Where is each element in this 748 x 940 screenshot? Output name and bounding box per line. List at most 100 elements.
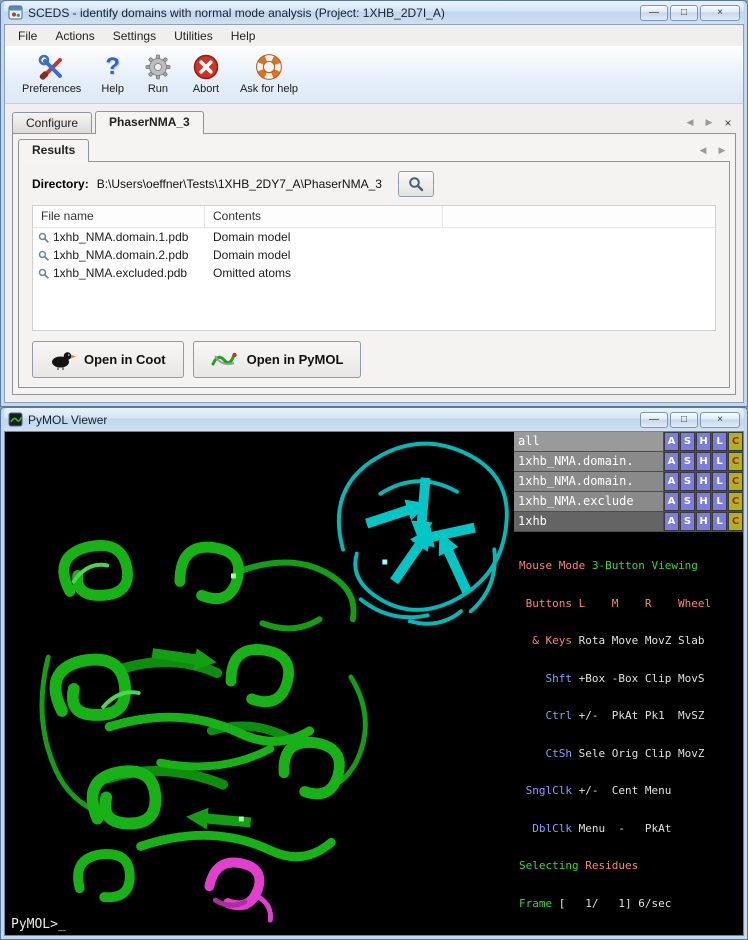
pymol-window-title: PyMOL Viewer: [28, 413, 107, 427]
object-name[interactable]: 1xhb_NMA.exclude: [514, 492, 663, 511]
maximize-button[interactable]: □: [670, 5, 698, 21]
show-button[interactable]: S: [680, 472, 695, 491]
toolbar: Preferences ? Help: [5, 46, 743, 104]
tab-close-button[interactable]: ×: [720, 115, 736, 130]
hide-button[interactable]: H: [696, 492, 711, 511]
close-button[interactable]: ×: [700, 5, 740, 21]
menu-help[interactable]: Help: [222, 27, 265, 45]
color-button[interactable]: C: [728, 512, 743, 531]
browse-directory-button[interactable]: [398, 171, 434, 197]
object-row-1xhb[interactable]: 1xhb A S H L C: [514, 512, 743, 531]
help-button[interactable]: ? Help: [92, 50, 133, 97]
sceds-window: SCEDS - identify domains with normal mod…: [0, 0, 748, 407]
object-name[interactable]: 1xhb: [514, 512, 663, 531]
action-button[interactable]: A: [664, 512, 679, 531]
label-button[interactable]: L: [712, 492, 727, 511]
frame-counter-line: Frame [ 1/ 1] 6/sec: [519, 898, 738, 911]
color-button[interactable]: C: [728, 432, 743, 451]
file-magnifier-icon: [38, 232, 49, 243]
tab-scroll-right-button[interactable]: ▶: [701, 115, 717, 130]
object-name[interactable]: all: [514, 432, 663, 451]
pymol-app-icon: [8, 412, 23, 427]
column-contents[interactable]: Contents: [205, 206, 443, 227]
mouse-help-segment: 3-Button Viewing: [592, 559, 698, 572]
minimize-button[interactable]: —: [640, 5, 668, 21]
label-button[interactable]: L: [712, 452, 727, 471]
phasernma-panel: Results ◀ ▶ Directory: B:\Users\oeffner\…: [12, 133, 736, 395]
tab-configure[interactable]: Configure: [12, 112, 92, 134]
run-button[interactable]: Run: [135, 50, 181, 97]
action-button[interactable]: A: [664, 432, 679, 451]
open-in-pymol-label: Open in PyMOL: [247, 352, 344, 367]
subtab-scroll-right-button[interactable]: ▶: [714, 143, 730, 158]
subtab-nav: ◀ ▶: [695, 143, 730, 162]
menu-settings[interactable]: Settings: [104, 27, 165, 45]
color-button[interactable]: C: [728, 492, 743, 511]
show-button[interactable]: S: [680, 452, 695, 471]
action-button[interactable]: A: [664, 492, 679, 511]
open-in-pymol-button[interactable]: Open in PyMOL: [193, 341, 362, 378]
file-row[interactable]: 1xhb_NMA.domain.2.pdb Domain model: [33, 246, 715, 264]
preferences-button[interactable]: Preferences: [13, 50, 90, 97]
abort-button[interactable]: Abort: [183, 50, 229, 97]
show-button[interactable]: S: [680, 492, 695, 511]
object-row-all[interactable]: all A S H L C: [514, 432, 743, 451]
menu-utilities[interactable]: Utilities: [165, 27, 222, 45]
menu-file[interactable]: File: [9, 27, 46, 45]
show-button[interactable]: S: [680, 512, 695, 531]
color-button[interactable]: C: [728, 452, 743, 471]
subtab-scroll-left-button[interactable]: ◀: [695, 143, 711, 158]
ask-for-help-button[interactable]: Ask for help: [231, 50, 307, 97]
file-row[interactable]: 1xhb_NMA.excluded.pdb Omitted atoms: [33, 264, 715, 282]
menu-actions[interactable]: Actions: [46, 27, 103, 45]
magnifier-icon: [408, 176, 424, 192]
mouse-help-line: Mouse Mode 3-Button Viewing: [519, 560, 738, 573]
pymol-command-prompt[interactable]: PyMOL>_: [11, 917, 66, 932]
mouse-help-segment: Buttons: [519, 597, 579, 610]
mouse-help-segment: Shft: [519, 672, 579, 685]
coot-bird-icon: [50, 349, 76, 371]
mouse-help-line: Ctrl +/- PkAt Pk1 MvSZ: [519, 710, 738, 723]
object-row-domain-2[interactable]: 1xhb_NMA.domain. A S H L C: [514, 472, 743, 491]
object-row-excluded[interactable]: 1xhb_NMA.exclude A S H L C: [514, 492, 743, 511]
tab-phasernma-3[interactable]: PhaserNMA_3: [95, 111, 204, 134]
subtab-bar: Results ◀ ▶: [13, 134, 735, 162]
show-button[interactable]: S: [680, 432, 695, 451]
pymol-side-panel: all A S H L C 1xhb_NMA.domain. A S H L C…: [514, 432, 743, 935]
color-button[interactable]: C: [728, 472, 743, 491]
mouse-help-segment: +/- Cent Menu: [579, 784, 672, 797]
hide-button[interactable]: H: [696, 472, 711, 491]
open-in-coot-button[interactable]: Open in Coot: [32, 341, 184, 378]
hide-button[interactable]: H: [696, 452, 711, 471]
tab-scroll-left-button[interactable]: ◀: [682, 115, 698, 130]
label-button[interactable]: L: [712, 512, 727, 531]
label-button[interactable]: L: [712, 472, 727, 491]
action-button[interactable]: A: [664, 472, 679, 491]
hide-button[interactable]: H: [696, 512, 711, 531]
tab-results[interactable]: Results: [18, 139, 89, 162]
hide-button[interactable]: H: [696, 432, 711, 451]
tools-icon: [37, 52, 67, 82]
mouse-help-segment: Menu - PkAt: [579, 822, 672, 835]
action-button[interactable]: A: [664, 452, 679, 471]
sceds-titlebar[interactable]: SCEDS - identify domains with normal mod…: [4, 1, 744, 24]
object-name[interactable]: 1xhb_NMA.domain.: [514, 472, 663, 491]
gear-icon: [144, 52, 172, 82]
pymol-viewport[interactable]: PyMOL>_: [5, 432, 514, 935]
sceds-app-icon: [8, 5, 23, 20]
close-button[interactable]: ×: [700, 412, 740, 428]
mouse-mode-panel: Mouse Mode 3-Button Viewing Buttons L M …: [514, 532, 743, 936]
mouse-help-segment: L M R Wheel: [579, 597, 711, 610]
pymol-titlebar[interactable]: PyMOL Viewer — □ ×: [4, 408, 744, 431]
minimize-button[interactable]: —: [640, 412, 668, 428]
file-row[interactable]: 1xhb_NMA.domain.1.pdb Domain model: [33, 228, 715, 246]
maximize-button[interactable]: □: [670, 412, 698, 428]
label-button[interactable]: L: [712, 432, 727, 451]
pymol-ribbon-icon: [211, 349, 239, 371]
pymol-body: PyMOL>_ all A S H L C 1xhb_NMA.domain. A…: [4, 431, 744, 936]
object-name[interactable]: 1xhb_NMA.domain.: [514, 452, 663, 471]
file-name: 1xhb_NMA.excluded.pdb: [53, 266, 187, 280]
column-file-name[interactable]: File name: [33, 206, 205, 227]
object-row-domain-1[interactable]: 1xhb_NMA.domain. A S H L C: [514, 452, 743, 471]
protein-structure: [5, 432, 514, 935]
